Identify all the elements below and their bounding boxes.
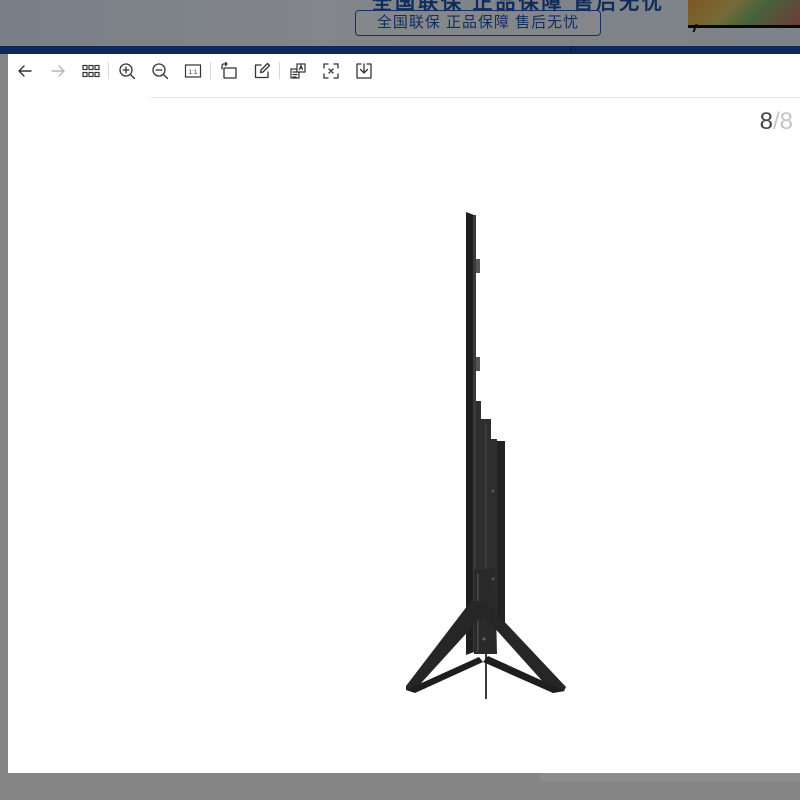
zoom-in-button[interactable] [110,54,143,87]
image-counter-total: 8 [779,108,793,135]
toolbar-separator [210,62,211,79]
tv-panel [466,212,474,655]
ocr-icon [289,62,306,79]
actual-size-button[interactable]: 1:1 [176,54,209,87]
image-viewer: 1:1 8/8 [8,54,800,773]
prev-button[interactable] [8,54,41,87]
image-counter-separator: / [772,108,780,135]
image-counter-current: 8 [759,108,773,135]
toolbar-separator [108,62,109,79]
image-counter: 8/8 [760,108,793,136]
next-button[interactable] [41,54,74,87]
download-button[interactable] [347,54,380,87]
edit-button[interactable] [245,54,278,87]
thumbnails-button[interactable] [74,54,107,87]
zoom-out-icon [151,62,168,79]
rotate-button[interactable] [212,54,245,87]
tv-side-view-icon [406,212,566,699]
grid-icon [81,64,100,77]
fit-icon [322,62,339,79]
zoom-out-button[interactable] [143,54,176,87]
ocr-button[interactable] [281,54,314,87]
fit-button[interactable] [314,54,347,87]
arrow-right-icon [50,64,65,77]
actual-size-icon: 1:1 [184,63,201,78]
edit-icon [254,62,270,78]
toolbar-divider [151,97,800,98]
arrow-left-icon [17,64,32,77]
actual-size-glyph: 1:1 [188,69,197,76]
zoom-in-icon [118,62,135,79]
download-icon [355,62,372,79]
viewer-toolbar: 1:1 [8,54,800,87]
rotate-icon [220,61,237,79]
toolbar-separator [279,62,280,79]
